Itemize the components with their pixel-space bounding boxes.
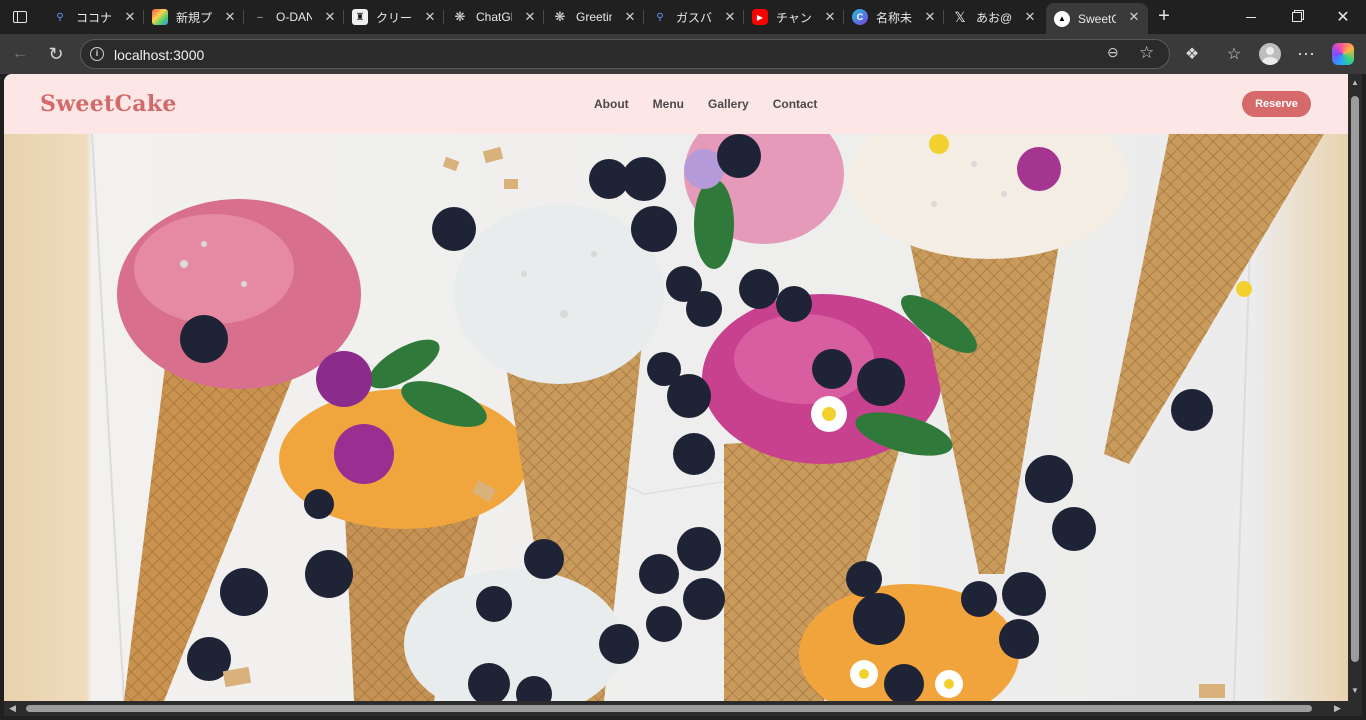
browser-tab[interactable]: ❋ Greeting ✕: [544, 3, 644, 31]
youtube-icon: ▶: [752, 9, 768, 25]
vercel-icon: ▲: [1054, 10, 1070, 27]
nav-link-menu[interactable]: Menu: [653, 97, 684, 111]
page-viewport: SweetCake About Menu Gallery Contact Res…: [4, 74, 1348, 701]
ice-cream-illustration: [91, 134, 1324, 701]
close-icon[interactable]: ✕: [222, 9, 238, 25]
close-icon[interactable]: ✕: [322, 9, 338, 25]
browser-tab[interactable]: 新規プロ ✕: [144, 3, 244, 31]
tab-actions-icon[interactable]: [8, 5, 32, 29]
browser-tab-active[interactable]: ▲ SweetC ✕: [1046, 3, 1148, 34]
more-menu-icon[interactable]: ⋯: [1294, 42, 1318, 66]
browser-tab[interactable]: ❋ ChatGPT ✕: [444, 3, 544, 31]
dash-icon: –: [257, 11, 263, 23]
copilot-icon[interactable]: [1332, 43, 1354, 65]
close-icon[interactable]: ✕: [622, 9, 638, 25]
browser-tab[interactable]: ⚲ ガスバル ✕: [644, 3, 744, 31]
tab-strip: ⚲ ココナラ ✕ 新規プロ ✕ – O-DAN ✕ ♜ クリーム ✕ ❋ Cha…: [0, 0, 1366, 34]
url-text[interactable]: localhost:3000: [114, 47, 204, 63]
site-header: SweetCake About Menu Gallery Contact Res…: [4, 74, 1348, 134]
site-info-icon[interactable]: i: [90, 47, 104, 61]
reserve-button[interactable]: Reserve: [1242, 91, 1311, 117]
close-icon[interactable]: ✕: [422, 9, 438, 25]
horizontal-scroll-thumb[interactable]: [26, 705, 1312, 712]
favorites-icon[interactable]: ☆: [1222, 42, 1246, 66]
maximize-button[interactable]: [1274, 0, 1320, 34]
extensions-icon[interactable]: ❖: [1180, 42, 1204, 66]
window-close-button[interactable]: ✕: [1320, 0, 1366, 34]
vertical-scrollbar[interactable]: ▲ ▼: [1348, 74, 1362, 701]
canva-icon: C: [852, 9, 868, 25]
openai-icon: ❋: [454, 9, 466, 24]
scroll-right-icon[interactable]: ▶: [1334, 703, 1341, 714]
scroll-down-icon[interactable]: ▼: [1351, 686, 1359, 695]
notion-icon: [152, 9, 168, 25]
close-icon[interactable]: ✕: [1126, 9, 1142, 25]
crown-icon: ♜: [352, 9, 368, 25]
browser-tab[interactable]: ♜ クリーム ✕: [344, 3, 444, 31]
close-icon[interactable]: ✕: [522, 9, 538, 25]
vertical-scroll-thumb[interactable]: [1351, 96, 1359, 662]
browser-tab[interactable]: ⚲ ココナラ ✕: [44, 3, 144, 31]
scroll-up-icon[interactable]: ▲: [1351, 78, 1359, 87]
browser-tab[interactable]: 𝕏 あお@w ✕: [944, 3, 1044, 31]
browser-tab[interactable]: C 名称未設 ✕: [844, 3, 944, 31]
horizontal-scrollbar[interactable]: ◀ ▶: [4, 701, 1348, 716]
scrollbar-corner: [1348, 701, 1362, 716]
site-logo[interactable]: SweetCake: [40, 91, 177, 117]
openai-icon: ❋: [554, 9, 566, 24]
scroll-left-icon[interactable]: ◀: [9, 703, 16, 714]
close-icon[interactable]: ✕: [822, 9, 838, 25]
browser-toolbar: ← ↻ i localhost:3000 ⊖ ☆ ❖ ☆ ⋯: [0, 34, 1366, 74]
browser-tab[interactable]: – O-DAN ✕: [244, 3, 344, 31]
search-icon: ⚲: [56, 11, 64, 23]
close-icon[interactable]: ✕: [722, 9, 738, 25]
nav-link-about[interactable]: About: [594, 97, 629, 111]
minimize-button[interactable]: [1228, 0, 1274, 34]
profile-avatar[interactable]: [1259, 43, 1281, 65]
main-nav: About Menu Gallery Contact: [594, 97, 817, 111]
new-tab-button[interactable]: +: [1152, 5, 1176, 29]
hero-image: [4, 134, 1348, 701]
close-icon[interactable]: ✕: [922, 9, 938, 25]
nav-link-contact[interactable]: Contact: [773, 97, 818, 111]
search-icon: ⚲: [656, 11, 664, 23]
address-bar[interactable]: i localhost:3000 ⊖ ☆: [80, 39, 1170, 69]
close-icon[interactable]: ✕: [122, 9, 138, 25]
nav-link-gallery[interactable]: Gallery: [708, 97, 749, 111]
x-icon: 𝕏: [954, 8, 966, 25]
zoom-out-icon[interactable]: ⊖: [1107, 44, 1127, 64]
browser-tab[interactable]: ▶ チャンネ ✕: [744, 3, 844, 31]
reload-button[interactable]: ↻: [44, 42, 68, 66]
close-icon[interactable]: ✕: [1022, 9, 1038, 25]
favorite-star-icon[interactable]: ☆: [1139, 43, 1159, 63]
back-button[interactable]: ←: [8, 42, 32, 66]
